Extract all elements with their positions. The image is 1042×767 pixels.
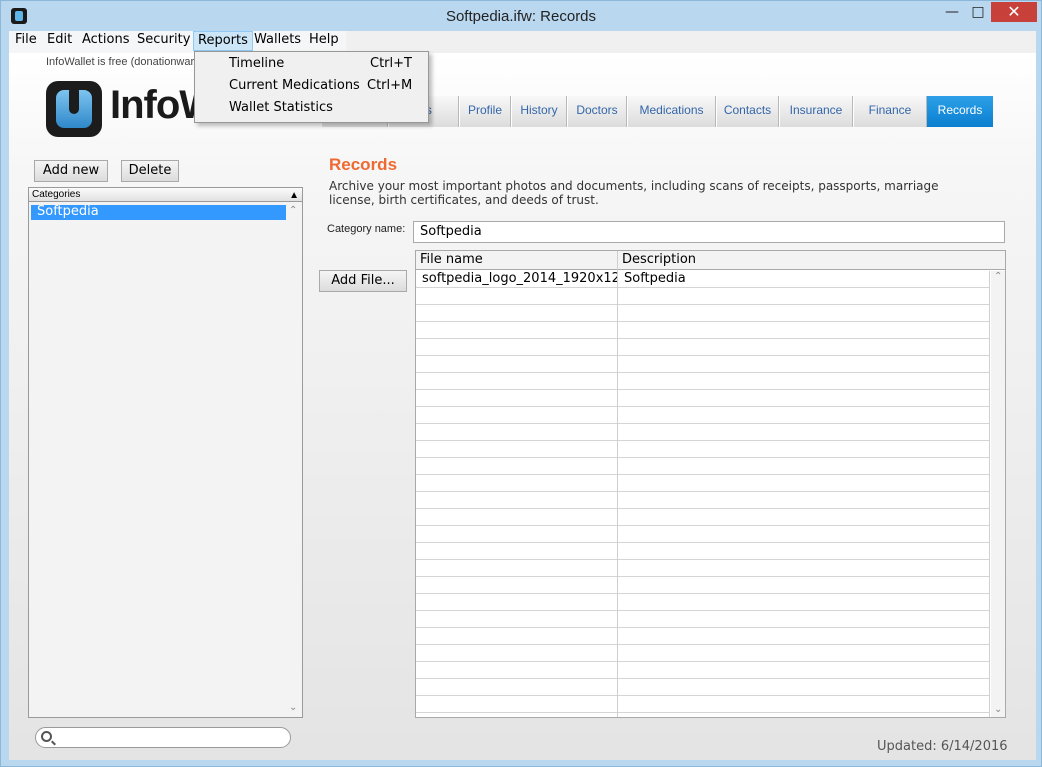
- menu-item-current-medications[interactable]: Current Medications Ctrl+M: [196, 75, 427, 97]
- scroll-down-icon[interactable]: ⌄: [994, 704, 1002, 715]
- categories-header: Categories ▲: [29, 188, 302, 202]
- table-header: File name Description: [416, 251, 1005, 270]
- delete-category-button[interactable]: Delete: [121, 160, 179, 182]
- menu-edit[interactable]: Edit: [43, 31, 76, 51]
- menu-item-timeline[interactable]: Timeline Ctrl+T: [196, 53, 427, 75]
- category-search[interactable]: [35, 727, 291, 748]
- updated-timestamp: Updated: 6/14/2016: [877, 739, 1008, 754]
- category-name-label: Category name:: [327, 223, 406, 235]
- categories-header-label: Categories: [32, 189, 81, 200]
- table-body[interactable]: [416, 271, 990, 717]
- menu-item-wallet-statistics[interactable]: Wallet Statistics: [196, 97, 427, 119]
- collapse-icon[interactable]: ▲: [289, 189, 299, 202]
- tab-insurance[interactable]: Insurance: [779, 96, 853, 127]
- logo-icon: [46, 81, 102, 137]
- client-area: File Edit Actions Security Reports Walle…: [9, 31, 1036, 760]
- donationware-note: InfoWallet is free (donationware: [46, 56, 201, 68]
- categories-list[interactable]: Softpedia: [31, 205, 286, 715]
- tab-doctors[interactable]: Doctors: [567, 96, 627, 127]
- menu-file[interactable]: File: [11, 31, 41, 51]
- table-scrollbar[interactable]: ⌃ ⌄: [991, 271, 1005, 717]
- window-title: Softpedia.ifw: Records: [445, 8, 597, 25]
- minimize-button[interactable]: —: [939, 2, 965, 22]
- menu-security[interactable]: Security: [133, 31, 194, 51]
- categories-panel: Categories ▲ Softpedia ⌃ ⌄: [28, 187, 303, 718]
- tab-finance[interactable]: Finance: [853, 96, 927, 127]
- menu-item-shortcut: Ctrl+M: [367, 78, 413, 93]
- menu-item-shortcut: Ctrl+T: [370, 56, 412, 71]
- tab-profile[interactable]: Profile: [459, 96, 511, 127]
- search-input[interactable]: [58, 730, 286, 745]
- reports-dropdown: Timeline Ctrl+T Current Medications Ctrl…: [194, 51, 429, 123]
- column-file-name[interactable]: File name: [416, 251, 618, 270]
- column-description[interactable]: Description: [618, 251, 1005, 270]
- menu-wallets[interactable]: Wallets: [250, 31, 305, 51]
- title-bar[interactable]: Softpedia.ifw: Records — □ ✕: [1, 1, 1041, 31]
- files-table: File name Description softpedia_logo_201…: [415, 250, 1006, 718]
- menu-actions[interactable]: Actions: [78, 31, 134, 51]
- add-file-button[interactable]: Add File...: [319, 270, 407, 292]
- menu-help[interactable]: Help: [305, 31, 343, 51]
- category-name-field[interactable]: Softpedia: [413, 221, 1005, 243]
- category-item[interactable]: Softpedia: [31, 205, 286, 220]
- menu-item-label: Current Medications: [229, 78, 360, 93]
- tab-medications[interactable]: Medications: [627, 96, 716, 127]
- scroll-down-icon[interactable]: ⌄: [289, 702, 297, 713]
- scroll-up-icon[interactable]: ⌃: [289, 205, 297, 216]
- tab-records[interactable]: Records: [927, 96, 993, 127]
- menu-reports[interactable]: Reports: [193, 31, 253, 51]
- add-category-button[interactable]: Add new: [34, 160, 108, 182]
- page-title: Records: [329, 155, 398, 174]
- page-description: Archive your most important photos and d…: [329, 179, 939, 207]
- menu-bar: File Edit Actions Security Reports Walle…: [9, 31, 346, 53]
- menu-item-label: Timeline: [229, 56, 285, 71]
- scroll-up-icon[interactable]: ⌃: [994, 271, 1002, 282]
- search-icon: [41, 731, 52, 742]
- app-window: Softpedia.ifw: Records — □ ✕ File Edit A…: [0, 0, 1042, 767]
- menu-item-label: Wallet Statistics: [229, 100, 333, 115]
- table-row[interactable]: softpedia_logo_2014_1920x12 Softpedia: [416, 271, 990, 288]
- cell-description[interactable]: Softpedia: [618, 271, 988, 288]
- categories-scrollbar[interactable]: ⌃ ⌄: [288, 205, 300, 715]
- close-button[interactable]: ✕: [991, 2, 1037, 22]
- maximize-button[interactable]: □: [965, 2, 991, 22]
- tab-history[interactable]: History: [511, 96, 567, 127]
- tab-contacts[interactable]: Contacts: [716, 96, 779, 127]
- cell-file-name[interactable]: softpedia_logo_2014_1920x12: [416, 271, 617, 288]
